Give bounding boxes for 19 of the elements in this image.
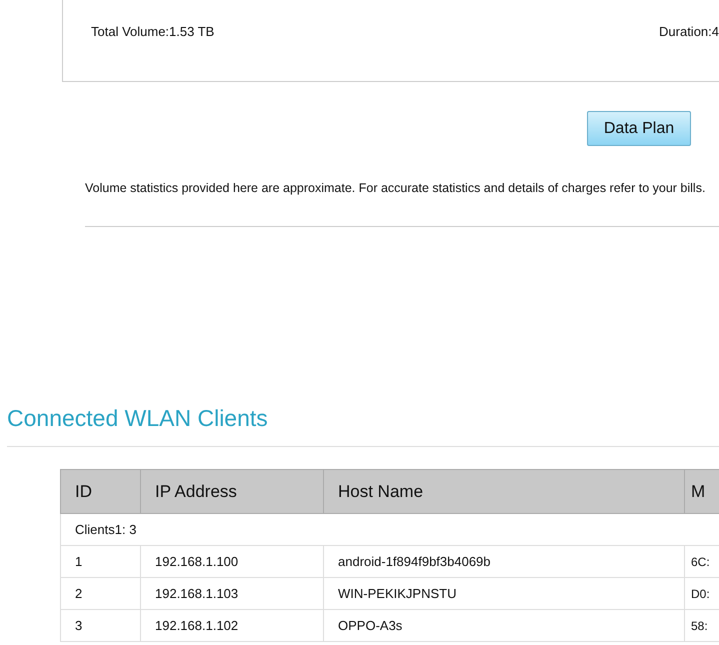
- column-header: ID: [60, 470, 140, 514]
- table-cell: 192.168.1.100: [140, 546, 324, 578]
- table-cell: 3: [60, 610, 140, 642]
- column-header: Host Name: [324, 470, 684, 514]
- table-cell: 1: [60, 546, 140, 578]
- group-label: Clients1: 3: [60, 514, 719, 546]
- table-cell: WIN-PEKIKJPNSTU: [324, 578, 684, 610]
- table-cell: OPPO-A3s: [324, 610, 684, 642]
- data-plan-button[interactable]: Data Plan: [587, 111, 691, 146]
- column-header: IP Address: [140, 470, 324, 514]
- section-title: Connected WLAN Clients: [7, 404, 269, 432]
- table-cell: 192.168.1.102: [140, 610, 324, 642]
- table-cell: android-1f894f9bf3b4069b: [324, 546, 684, 578]
- disclaimer-text: Volume statistics provided here are approximate. For accurate statistics and details of charges refer to your bills.: [85, 180, 706, 197]
- column-header: M: [684, 470, 719, 514]
- duration-text: Duration:4: [659, 23, 719, 41]
- total-volume-text: Total Volume:1.53 TB: [91, 23, 214, 41]
- table-cell: 192.168.1.103: [140, 578, 324, 610]
- table-cell: 2: [60, 578, 140, 610]
